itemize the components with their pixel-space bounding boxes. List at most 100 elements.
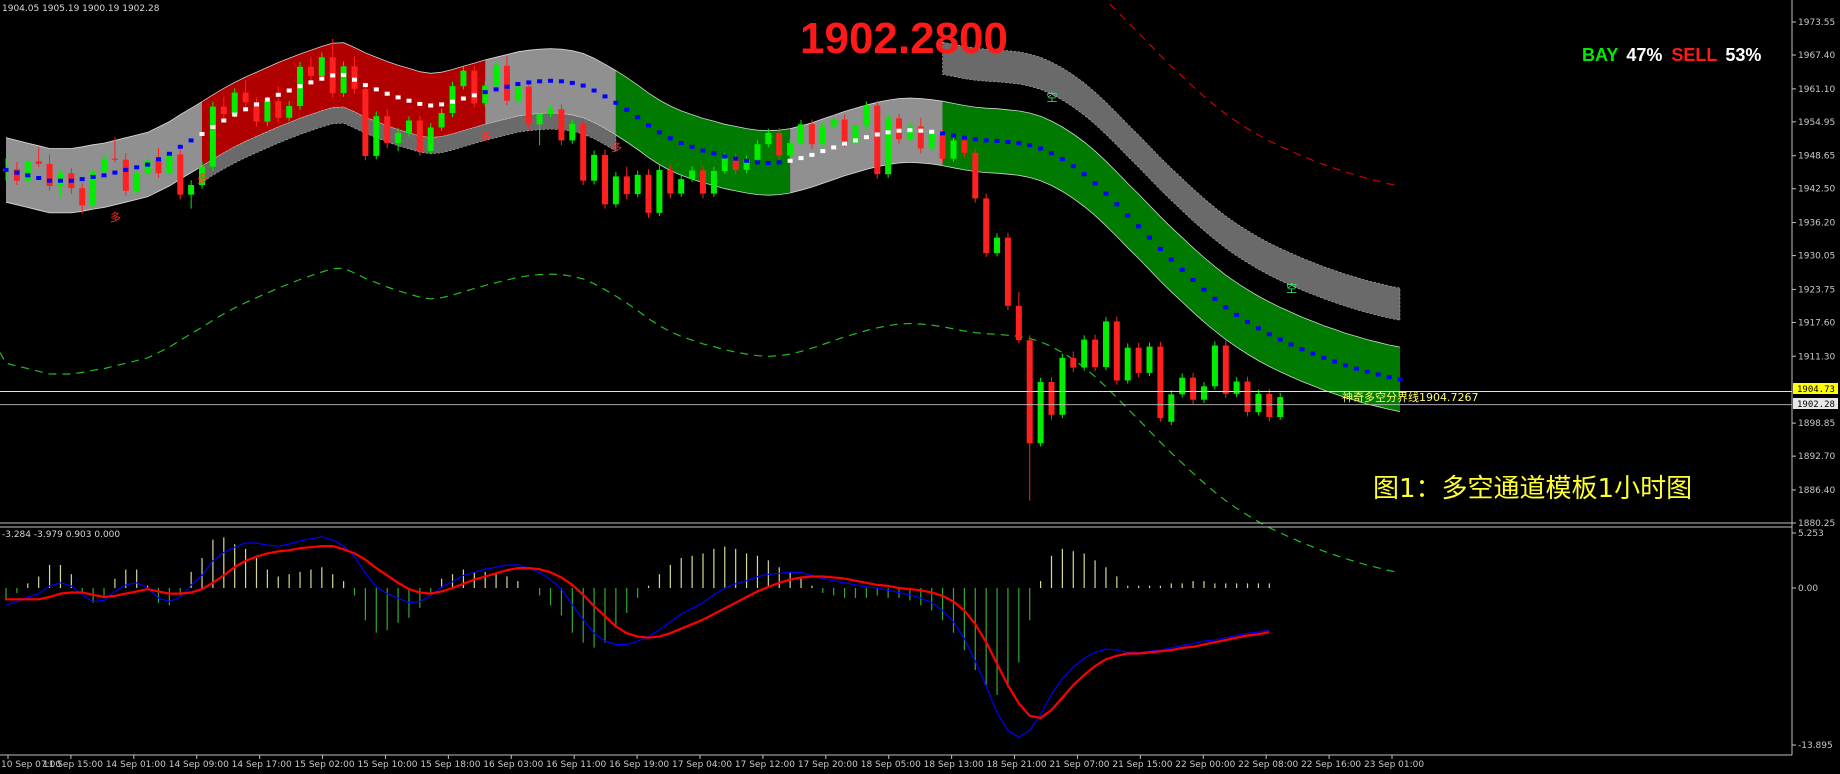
price-chart[interactable]: 多多多多空空 神奇多空分界线1904.7267 1973.551967.4019… — [0, 0, 1840, 774]
candle-body[interactable] — [961, 140, 968, 153]
candle-body[interactable] — [994, 237, 1000, 254]
candle-body[interactable] — [482, 85, 489, 104]
candle-body[interactable] — [787, 143, 794, 156]
candle-body[interactable] — [1146, 346, 1153, 373]
candle-body[interactable] — [1059, 357, 1066, 415]
candle-body[interactable] — [1048, 382, 1055, 415]
candle-body[interactable] — [830, 119, 837, 127]
candle-body[interactable] — [667, 169, 674, 194]
candle-body[interactable] — [209, 106, 216, 167]
candle-body[interactable] — [1103, 321, 1109, 367]
candle-body[interactable] — [1124, 347, 1131, 381]
candle-body[interactable] — [1168, 394, 1175, 422]
candle-body[interactable] — [678, 179, 685, 194]
candle-body[interactable] — [689, 170, 696, 180]
candle-body[interactable] — [612, 176, 619, 205]
candle-body[interactable] — [602, 154, 608, 205]
candle-body[interactable] — [808, 124, 815, 145]
candle-body[interactable] — [1070, 357, 1077, 368]
candle-body[interactable] — [220, 106, 227, 115]
candle-body[interactable] — [1266, 393, 1273, 417]
candle-body[interactable] — [1004, 237, 1011, 306]
candle-body[interactable] — [1211, 345, 1218, 387]
candle-body[interactable] — [242, 92, 249, 103]
candle-body[interactable] — [514, 86, 521, 101]
candle-body[interactable] — [863, 105, 870, 126]
candle-body[interactable] — [307, 66, 314, 76]
candle-body[interactable] — [1201, 386, 1207, 400]
candle-body[interactable] — [1157, 346, 1164, 418]
candle-body[interactable] — [111, 158, 118, 160]
candle-body[interactable] — [536, 114, 543, 125]
candle-body[interactable] — [1244, 381, 1251, 413]
candle-body[interactable] — [1081, 339, 1088, 368]
candle-body[interactable] — [101, 158, 107, 173]
candle-body[interactable] — [710, 171, 717, 194]
candle-body[interactable] — [972, 152, 979, 199]
candle-body[interactable] — [874, 105, 881, 175]
candle-body[interactable] — [754, 144, 761, 160]
candle-body[interactable] — [177, 154, 184, 195]
candle-body[interactable] — [525, 86, 532, 125]
candle-body[interactable] — [340, 66, 347, 94]
candle-body[interactable] — [275, 101, 282, 118]
candle-body[interactable] — [24, 161, 31, 181]
candle-body[interactable] — [493, 65, 500, 86]
candle-body[interactable] — [144, 160, 151, 174]
candle-body[interactable] — [1113, 321, 1120, 381]
midline-dot — [210, 125, 216, 129]
candle-body[interactable] — [983, 198, 990, 254]
candle-body[interactable] — [166, 154, 173, 174]
candle-body[interactable] — [318, 57, 325, 76]
candle-body[interactable] — [558, 109, 565, 141]
candle-body[interactable] — [384, 116, 391, 143]
candle-body[interactable] — [286, 106, 293, 118]
candle-body[interactable] — [460, 70, 467, 87]
candle-body[interactable] — [950, 140, 957, 159]
candle-body[interactable] — [798, 124, 804, 144]
candle-body[interactable] — [264, 101, 271, 122]
candle-body[interactable] — [547, 109, 554, 115]
candle-body[interactable] — [1255, 393, 1262, 413]
candle-body[interactable] — [1092, 339, 1099, 367]
candle-body[interactable] — [776, 132, 783, 156]
candle-body[interactable] — [155, 160, 162, 174]
candle-body[interactable] — [504, 65, 510, 101]
candle-body[interactable] — [1222, 345, 1229, 394]
candle-body[interactable] — [721, 157, 728, 171]
candle-body[interactable] — [569, 123, 576, 141]
candle-body[interactable] — [841, 119, 848, 144]
candle-body[interactable] — [133, 173, 140, 191]
candle-body[interactable] — [1015, 305, 1022, 341]
candle-body[interactable] — [591, 154, 598, 181]
candle-body[interactable] — [1135, 347, 1142, 373]
candle-body[interactable] — [700, 170, 706, 194]
candle-body[interactable] — [580, 123, 587, 181]
candle-body[interactable] — [395, 132, 402, 144]
candle-body[interactable] — [819, 126, 826, 145]
candle-body[interactable] — [939, 134, 946, 159]
candle-body[interactable] — [438, 113, 445, 128]
candle-body[interactable] — [406, 120, 412, 133]
candle-body[interactable] — [416, 120, 423, 152]
candle-body[interactable] — [765, 132, 772, 145]
candle-body[interactable] — [449, 86, 456, 113]
candle-body[interactable] — [362, 88, 369, 156]
candle-body[interactable] — [427, 127, 434, 152]
candle-body[interactable] — [885, 118, 892, 175]
candle-body[interactable] — [1277, 397, 1284, 417]
candle-body[interactable] — [623, 176, 630, 195]
candle-body[interactable] — [634, 174, 641, 195]
candle-body[interactable] — [188, 185, 195, 195]
candle-body[interactable] — [351, 66, 358, 89]
candle-body[interactable] — [373, 116, 380, 156]
candle-body[interactable] — [471, 70, 478, 104]
candle-body[interactable] — [928, 134, 935, 149]
candle-body[interactable] — [645, 174, 652, 213]
candle-body[interactable] — [231, 92, 238, 115]
candle-body[interactable] — [1190, 377, 1197, 400]
candle-body[interactable] — [35, 161, 42, 164]
candle-body[interactable] — [79, 188, 86, 206]
candle-body[interactable] — [656, 169, 663, 213]
candle-body[interactable] — [122, 159, 129, 191]
